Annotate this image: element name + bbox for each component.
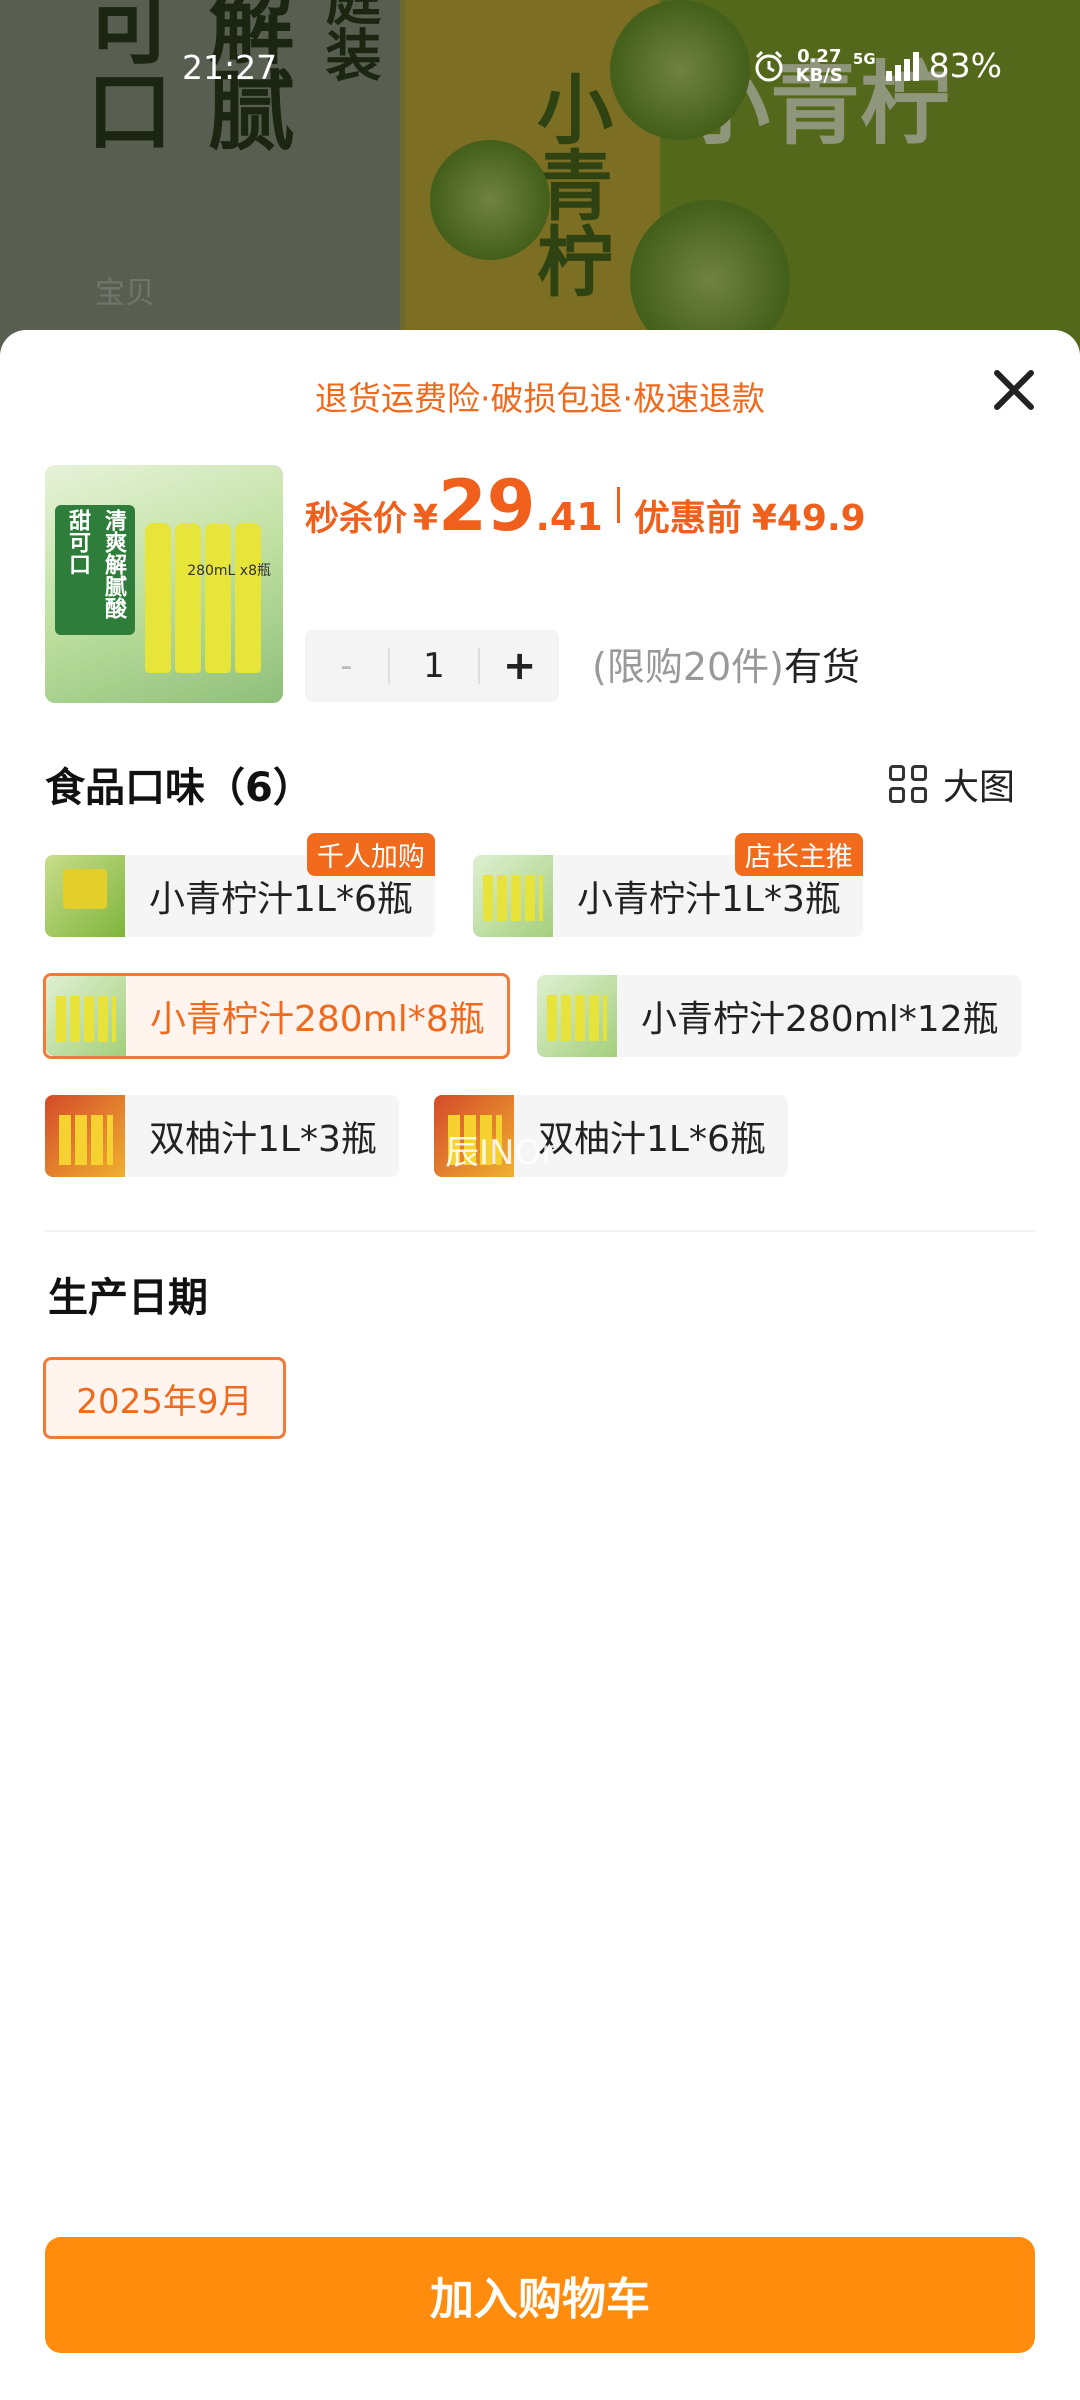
stock-status: 有货 (784, 645, 861, 689)
status-bar: 21:27 0.27 KB/S 5G 83% (0, 40, 1080, 100)
status-time: 21:27 (182, 48, 278, 87)
quantity-stepper: - 1 + (305, 630, 559, 702)
option-thumbnail (45, 1095, 125, 1177)
alarm-icon (755, 50, 783, 81)
price-currency: ¥ (413, 498, 439, 539)
option-thumbnail (45, 855, 125, 937)
net-speed-unit: KB/S (795, 64, 843, 86)
quantity-input[interactable]: 1 (387, 648, 481, 684)
watermark-text: 辰INOr (445, 1133, 556, 1173)
option-tag: 千人加购 (306, 833, 435, 876)
grid-icon (888, 765, 927, 803)
service-guarantee: 退货运费险·破损包退·极速退款 (315, 379, 765, 418)
big-view-label: 大图 (942, 767, 1015, 808)
thumbnail-spec: 280mL x8瓶 (187, 563, 271, 579)
bottle-shape (175, 523, 201, 673)
bottle-shape (145, 523, 171, 673)
option-label: 小青柠汁280ml*8瓶 (150, 999, 485, 1040)
option-thumbnail (537, 975, 617, 1057)
flavor-option[interactable]: 小青柠汁280ml*12瓶 (537, 975, 1021, 1057)
increase-button[interactable]: + (480, 643, 559, 689)
decrease-button[interactable]: - (305, 646, 388, 686)
option-label: 小青柠汁280ml*12瓶 (641, 999, 999, 1040)
option-label: 双柚汁1L*3瓶 (149, 1119, 377, 1160)
network-type: 5G (852, 49, 876, 68)
option-label: 小青柠汁1L*3瓶 (577, 879, 841, 920)
flavor-option[interactable]: 小青柠汁1L*6瓶 千人加购 (45, 833, 435, 937)
price-decimal: .41 (535, 495, 603, 539)
price-row: 秒杀价 ¥ 29 .41 优惠前 ¥49.9 (305, 465, 866, 547)
bottle-shape (235, 523, 261, 673)
option-label: 小青柠汁1L*6瓶 (149, 879, 413, 920)
big-view-toggle[interactable]: 大图 (888, 758, 1015, 810)
close-icon[interactable] (990, 366, 1038, 414)
option-thumbnail (46, 976, 126, 1056)
section-divider (45, 1230, 1035, 1232)
status-icons: 0.27 KB/S 5G 83% (752, 46, 1002, 85)
price-label: 秒杀价 (305, 499, 407, 539)
option-thumbnail (473, 855, 553, 937)
add-to-cart-button[interactable]: 加入购物车 (45, 2237, 1035, 2353)
flavor-option-selected[interactable]: 小青柠汁280ml*8瓶 (43, 973, 510, 1059)
signal-icon (885, 51, 919, 81)
price-before-value: ¥49.9 (751, 498, 866, 539)
production-date-option[interactable]: 2025年9月 (43, 1357, 286, 1439)
price-integer: 29 (438, 465, 536, 547)
flavor-option[interactable]: 双柚汁1L*3瓶 (45, 1095, 399, 1177)
net-speed: 0.27 KB/S (796, 47, 843, 85)
option-tag: 店长主推 (734, 833, 863, 876)
purchase-limit: (限购20件)有货 (592, 636, 860, 691)
bottle-shape (205, 523, 231, 673)
flavor-section-title: 食品口味（6） (45, 765, 313, 811)
battery-level: 83% (928, 46, 1002, 85)
product-thumbnail[interactable]: 清爽解腻酸甜可口 280mL x8瓶 (45, 465, 283, 703)
net-speed-value: 0.27 (797, 45, 842, 67)
price-before-label: 优惠前 (633, 498, 742, 539)
price-separator (616, 487, 620, 523)
thumbnail-badge: 清爽解腻酸甜可口 (55, 505, 135, 635)
date-section-title: 生产日期 (48, 1275, 208, 1321)
flavor-option[interactable]: 小青柠汁1L*3瓶 店长主推 (473, 833, 863, 937)
limit-text: (限购20件) (592, 645, 785, 689)
